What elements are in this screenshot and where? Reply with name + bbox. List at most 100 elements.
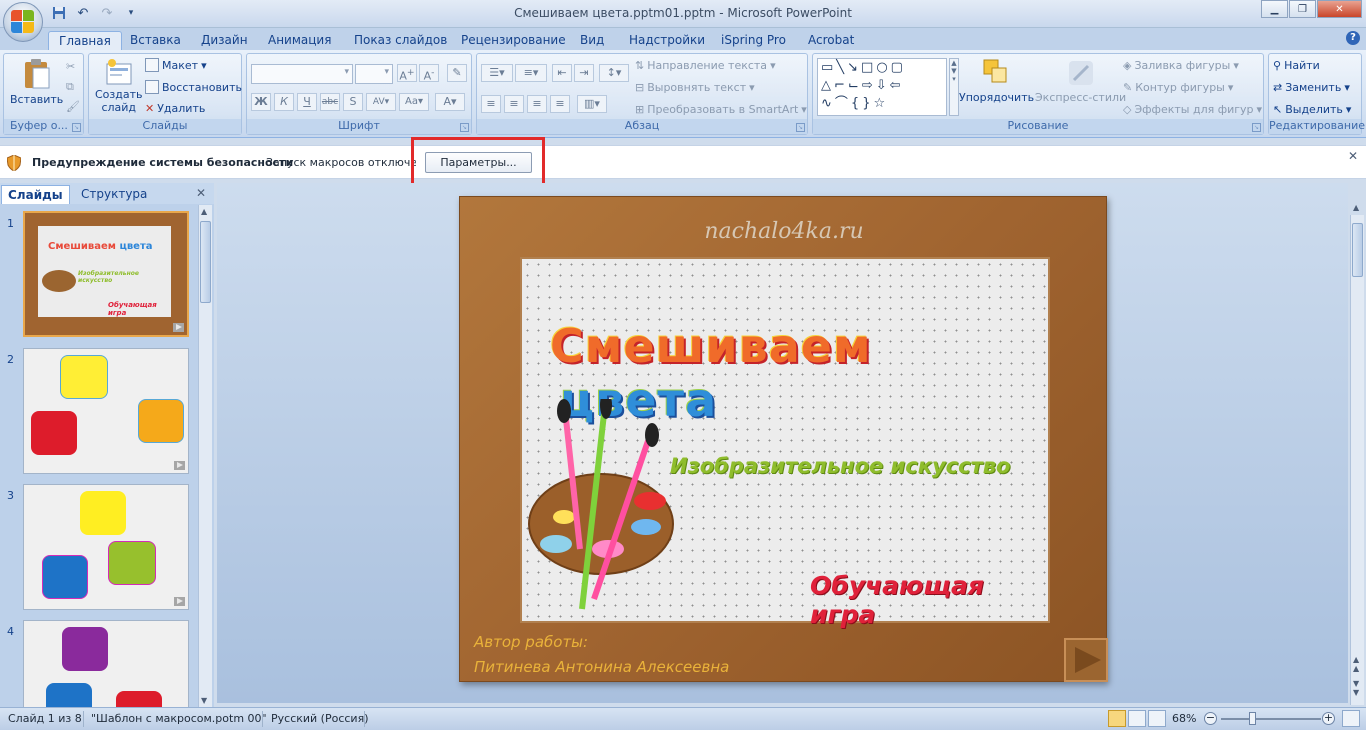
zoom-slider-thumb[interactable] [1249, 712, 1256, 725]
replace-button[interactable]: ⇄ Заменить ▾ [1273, 81, 1350, 94]
font-dialog-launcher[interactable]: ↘ [460, 123, 469, 132]
align-left-button[interactable]: ≡ [481, 95, 501, 113]
align-text-button[interactable]: ⊟ Выровнять текст ▾ [635, 81, 755, 94]
columns-button[interactable]: ▥▾ [577, 95, 607, 113]
shape-bracket-icon[interactable]: { [851, 96, 862, 111]
fit-to-window-icon[interactable] [1342, 710, 1360, 727]
paste-button[interactable]: Вставить [10, 58, 63, 106]
zoom-level[interactable]: 68% [1172, 712, 1196, 725]
shape-line-icon[interactable]: ╲ [836, 60, 847, 75]
bold-button[interactable]: Ж [251, 93, 271, 111]
tab-insert[interactable]: Вставка [130, 31, 181, 50]
shape-rounded-icon[interactable]: ▢ [891, 60, 906, 75]
maximize-button[interactable]: ❐ [1289, 0, 1316, 18]
tab-home[interactable]: Главная [48, 31, 122, 50]
shape-rarrow-icon[interactable]: ⇨ [862, 78, 876, 93]
text-direction-button[interactable]: ⇅ Направление текста ▾ [635, 59, 776, 72]
shape-curve-icon[interactable]: ∿ [821, 96, 835, 111]
shape-connector-icon[interactable]: ⌐ [834, 78, 848, 93]
zoom-in-icon[interactable]: + [1322, 712, 1335, 725]
arrange-button[interactable]: Упорядочить [959, 58, 1034, 104]
zoom-slider[interactable] [1221, 718, 1321, 720]
thumbnail-slide-1[interactable]: Смешиваем цвета Изобразительное искусств… [23, 211, 189, 337]
next-slide-arrow-icon[interactable] [1064, 638, 1108, 682]
tab-design[interactable]: Дизайн [201, 31, 248, 50]
tab-slides[interactable]: Слайды [1, 185, 70, 204]
font-size-combo[interactable] [355, 64, 393, 84]
shape-arc-icon[interactable]: ⌒ [835, 96, 851, 111]
tab-review[interactable]: Рецензирование [461, 31, 566, 50]
grow-font-button[interactable]: A+ [397, 64, 417, 83]
layout-button[interactable]: Макет ▾ [145, 58, 207, 72]
shape-fill-button[interactable]: ◈ Заливка фигуры ▾ [1123, 59, 1239, 72]
current-slide[interactable]: nachalo4ka.ru Смешиваем цвета Изобразите… [459, 196, 1108, 682]
shapes-gallery[interactable]: ▭╲↘□○▢ △⌐⌙⇨⇩⇦ ∿⌒{}☆ [817, 58, 947, 116]
thumbnail-slide-2[interactable] [23, 348, 189, 474]
delete-slide-button[interactable]: ✕ Удалить [145, 102, 205, 115]
strike-button[interactable]: abc [320, 93, 340, 111]
language-indicator[interactable]: Русский (Россия) [271, 712, 369, 725]
clipboard-dialog-launcher[interactable]: ↘ [72, 123, 81, 132]
spacing-button[interactable]: AV▾ [366, 93, 396, 111]
help-icon[interactable]: ? [1346, 31, 1360, 45]
tab-view[interactable]: Вид [580, 31, 604, 50]
shape-arrow-icon[interactable]: ↘ [847, 60, 861, 75]
increase-indent-button[interactable]: ⇥ [574, 64, 594, 82]
shape-elbow-icon[interactable]: ⌙ [848, 78, 862, 93]
tab-acrobat[interactable]: Acrobat [808, 31, 854, 50]
underline-button[interactable]: Ч [297, 93, 317, 111]
shape-outline-button[interactable]: ✎ Контур фигуры ▾ [1123, 81, 1233, 94]
thumbnail-slide-3[interactable] [23, 484, 189, 610]
vertical-scroll-thumb[interactable] [1352, 223, 1363, 277]
font-name-combo[interactable] [251, 64, 353, 84]
close-warning-icon[interactable]: ✕ [1348, 149, 1358, 163]
justify-button[interactable]: ≡ [550, 95, 570, 113]
tab-ispring[interactable]: iSpring Pro [721, 31, 786, 50]
shape-triangle-icon[interactable]: △ [821, 78, 834, 93]
shape-larrow-icon[interactable]: ⇦ [890, 78, 904, 93]
panel-scrollbar[interactable]: ▲ ▼ [198, 205, 212, 707]
thumbnail-slide-4[interactable] [23, 620, 189, 707]
numbering-button[interactable]: ≡▾ [515, 64, 547, 82]
shapes-scroll[interactable]: ▲ ▼ ▾ [949, 58, 959, 116]
shape-oval-icon[interactable]: ○ [876, 60, 890, 75]
font-color-button[interactable]: A▾ [435, 93, 465, 111]
reset-button[interactable]: Восстановить [145, 80, 242, 94]
quick-styles-button[interactable]: Экспресс-стили [1035, 58, 1126, 104]
italic-button[interactable]: К [274, 93, 294, 111]
scroll-up-icon[interactable]: ▲ [201, 207, 207, 216]
shape-darrow-icon[interactable]: ⇩ [876, 78, 890, 93]
normal-view-icon[interactable] [1108, 710, 1126, 727]
change-case-button[interactable]: Aa▾ [399, 93, 429, 111]
smartart-button[interactable]: ⊞ Преобразовать в SmartArt ▾ [635, 103, 807, 116]
panel-close-icon[interactable]: ✕ [196, 186, 206, 200]
new-slide-button[interactable]: Создать слайд [95, 58, 143, 114]
drawing-dialog-launcher[interactable]: ↘ [1252, 123, 1261, 132]
align-right-button[interactable]: ≡ [527, 95, 547, 113]
close-button[interactable]: ✕ [1317, 0, 1362, 18]
zoom-out-icon[interactable]: − [1204, 712, 1217, 725]
tab-addins[interactable]: Надстройки [629, 31, 705, 50]
vertical-scrollbar[interactable]: ▲ ▲ ▲ ▼ ▼ [1350, 203, 1364, 705]
select-button[interactable]: ↖ Выделить ▾ [1273, 103, 1351, 116]
tab-animation[interactable]: Анимация [268, 31, 331, 50]
next-slide-icon[interactable]: ▼ ▼ [1353, 679, 1359, 697]
shadow-button[interactable]: S [343, 93, 363, 111]
prev-slide-icon[interactable]: ▲ ▲ [1353, 655, 1359, 673]
slideshow-view-icon[interactable] [1148, 710, 1166, 727]
panel-scroll-thumb[interactable] [200, 221, 211, 303]
scroll-up-icon[interactable]: ▲ [1353, 203, 1359, 212]
shape-rect-icon[interactable]: □ [861, 60, 876, 75]
find-button[interactable]: ⚲ Найти [1273, 59, 1320, 72]
copy-icon[interactable]: ⧉ [66, 80, 74, 94]
paragraph-dialog-launcher[interactable]: ↘ [796, 123, 805, 132]
decrease-indent-button[interactable]: ⇤ [552, 64, 572, 82]
cut-icon[interactable]: ✂ [66, 60, 75, 73]
clear-format-button[interactable]: ✎ [447, 64, 467, 82]
tab-outline[interactable]: Структура [75, 185, 153, 204]
shape-rectangle-icon[interactable]: ▭ [821, 60, 836, 75]
office-button[interactable] [3, 2, 43, 42]
format-painter-icon[interactable]: 🖌 [66, 100, 80, 113]
align-center-button[interactable]: ≡ [504, 95, 524, 113]
shrink-font-button[interactable]: A- [419, 64, 439, 83]
